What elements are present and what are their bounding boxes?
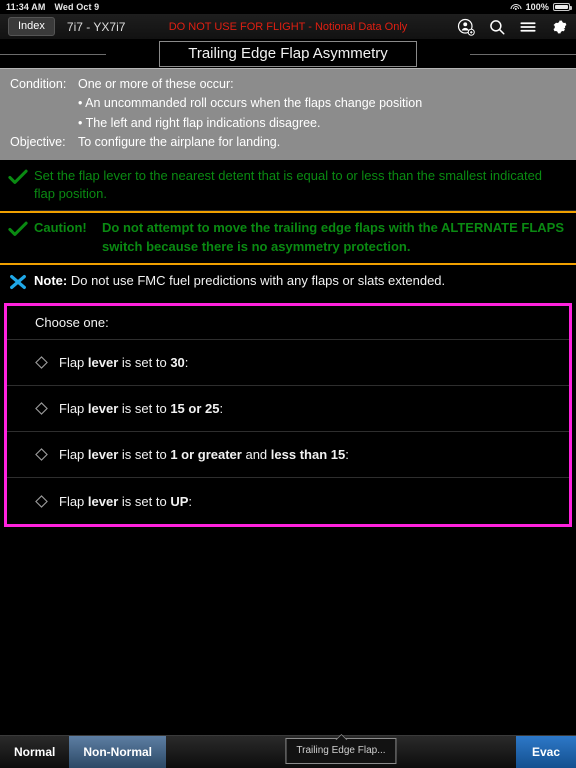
step-text: Set the flap lever to the nearest detent…	[34, 167, 543, 201]
condition-text: One or more of these occur:	[78, 77, 234, 91]
choose-option-label: Flap lever is set to 15 or 25:	[59, 401, 224, 417]
search-icon[interactable]	[488, 18, 506, 36]
evac-button[interactable]: Evac	[515, 736, 576, 768]
caution-text: Do not attempt to move the trailing edge…	[102, 220, 564, 254]
diamond-icon	[35, 402, 59, 416]
status-bar-time: 11:34 AM	[6, 2, 46, 12]
choose-one-heading: Choose one:	[7, 306, 569, 341]
note-label: Note:	[34, 273, 68, 289]
objective-label: Objective:	[10, 135, 66, 150]
page-title-bar: Trailing Edge Flap Asymmetry	[0, 40, 576, 68]
bottom-tab-bar: Normal Non-Normal Trailing Edge Flap... …	[0, 734, 576, 768]
note-text: Do not use FMC fuel predictions with any…	[70, 273, 446, 289]
condition-bullet: • The left and right flap indications di…	[78, 115, 321, 130]
page-title: Trailing Edge Flap Asymmetry	[159, 40, 417, 68]
diamond-icon	[35, 494, 59, 508]
gear-icon[interactable]	[550, 18, 568, 36]
choose-option-flap-up[interactable]: Flap lever is set to UP:	[7, 478, 569, 524]
condition-objective-block: Condition: One or more of these occur: •…	[0, 68, 576, 160]
choose-option-flap-1-or-greater[interactable]: Flap lever is set to 1 or greater and le…	[7, 432, 569, 479]
breadcrumb-notch-icon	[334, 734, 347, 741]
index-button[interactable]: Index	[8, 17, 55, 36]
green-checkmark-icon[interactable]	[8, 167, 34, 186]
tab-non-normal[interactable]: Non-Normal	[69, 736, 167, 768]
objective-text: To configure the airplane for landing.	[78, 135, 281, 150]
breadcrumb[interactable]: Trailing Edge Flap...	[285, 734, 397, 764]
ios-status-bar: 11:34 AM Wed Oct 9 100%	[0, 0, 576, 14]
choose-option-label: Flap lever is set to UP:	[59, 493, 192, 509]
condition-label: Condition:	[10, 77, 67, 91]
choose-option-label: Flap lever is set to 1 or greater and le…	[59, 447, 349, 463]
diamond-icon	[35, 448, 59, 462]
wifi-icon	[510, 3, 522, 12]
caution-block[interactable]: Caution! Do not attempt to move the trai…	[0, 211, 576, 266]
choose-option-label: Flap lever is set to 30:	[59, 355, 189, 371]
battery-icon	[553, 3, 572, 11]
caution-label: Caution!	[34, 220, 87, 236]
choose-option-flap-15-or-25[interactable]: Flap lever is set to 15 or 25:	[7, 386, 569, 433]
note-block[interactable]: Note: Do not use FMC fuel predictions wi…	[0, 265, 576, 300]
choose-one-box: Choose one: Flap lever is set to 30: Fla…	[4, 303, 572, 528]
blue-x-icon[interactable]	[8, 272, 34, 291]
person-add-icon[interactable]	[457, 18, 475, 36]
status-bar-date: Wed Oct 9	[54, 2, 100, 12]
checklist-step[interactable]: Set the flap lever to the nearest detent…	[0, 159, 576, 212]
tab-normal[interactable]: Normal	[0, 736, 69, 768]
breadcrumb-label: Trailing Edge Flap...	[296, 745, 386, 756]
condition-bullet: • An uncommanded roll occurs when the fl…	[78, 96, 423, 111]
choose-option-flap-30[interactable]: Flap lever is set to 30:	[7, 340, 569, 387]
app-toolbar: Index 7i7 - YX7i7 DO NOT USE FOR FLIGHT …	[0, 14, 576, 40]
menu-icon[interactable]	[519, 18, 537, 36]
green-checkmark-icon[interactable]	[8, 219, 34, 238]
document-id-label: 7i7 - YX7i7	[66, 19, 126, 34]
diamond-icon	[35, 356, 59, 370]
battery-percent-label: 100%	[525, 2, 549, 12]
